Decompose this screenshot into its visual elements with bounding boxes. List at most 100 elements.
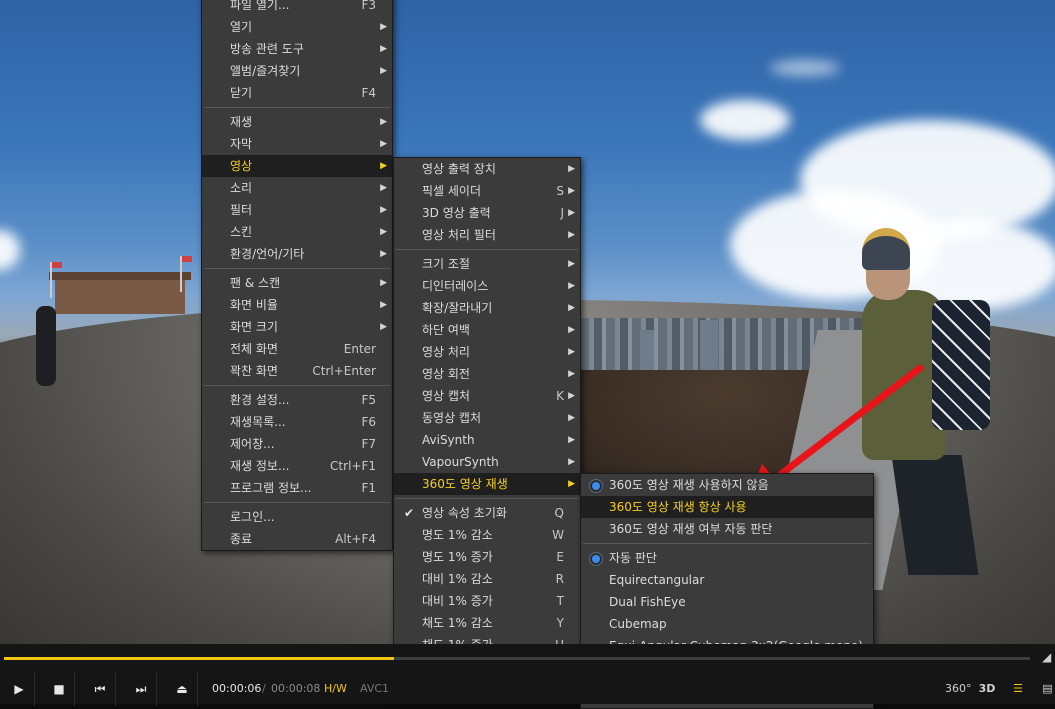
hw-decoder-badge[interactable]: H/W bbox=[324, 672, 347, 706]
video-menu-item[interactable]: 대비 1% 증가 T bbox=[394, 590, 580, 612]
video-menu-item[interactable]: 명도 1% 감소 W bbox=[394, 524, 580, 546]
main-menu-item[interactable]: 팬 & 스캔 ▶ bbox=[202, 272, 392, 294]
chalet-building bbox=[49, 272, 191, 314]
video-menu-item[interactable]: 확장/잘라내기 ▶ bbox=[394, 297, 580, 319]
menu-item-label: 소리 bbox=[230, 181, 253, 195]
menu-item-shortcut: F4 bbox=[361, 86, 376, 100]
video-menu-item[interactable]: 영상 회전 ▶ bbox=[394, 363, 580, 385]
video-menu-item[interactable]: 3D 영상 출력 J ▶ bbox=[394, 202, 580, 224]
menu-item-shortcut: T bbox=[556, 594, 564, 608]
menu-item-shortcut: F7 bbox=[361, 437, 376, 451]
main-menu-item[interactable]: 재생 정보... Ctrl+F1 bbox=[202, 455, 392, 477]
main-menu-item[interactable]: 프로그램 정보... F1 bbox=[202, 477, 392, 499]
radio-dot-icon bbox=[589, 547, 603, 569]
video-menu-item[interactable]: 디인터레이스 ▶ bbox=[394, 275, 580, 297]
menu-separator bbox=[204, 502, 390, 503]
three-d-button[interactable]: 3D bbox=[977, 672, 997, 706]
stop-icon: ■ bbox=[53, 682, 65, 696]
submenu-arrow-icon: ▶ bbox=[568, 325, 575, 335]
main-menu-item[interactable]: 스킨 ▶ bbox=[202, 221, 392, 243]
vr-menu-item[interactable]: Cubemap bbox=[581, 613, 873, 635]
main-menu-item[interactable]: 앨범/즐겨찾기 ▶ bbox=[202, 60, 392, 82]
main-menu-item[interactable]: 종료 Alt+F4 bbox=[202, 528, 392, 550]
vr-menu-item[interactable]: 자동 판단 bbox=[581, 547, 873, 569]
main-menu-item[interactable]: 열기 ▶ bbox=[202, 16, 392, 38]
menu-separator bbox=[583, 543, 871, 544]
video-menu-item[interactable]: ✔ 영상 속성 초기화 Q bbox=[394, 502, 580, 524]
next-button[interactable]: ⏭ bbox=[126, 672, 157, 706]
stop-button[interactable]: ■ bbox=[44, 672, 75, 706]
main-menu-item[interactable]: 환경 설정... F5 bbox=[202, 389, 392, 411]
playlist-search-icon[interactable]: ☰ bbox=[1007, 672, 1029, 706]
seek-bar[interactable] bbox=[4, 657, 1030, 660]
main-menu-item[interactable]: 닫기 F4 bbox=[202, 82, 392, 104]
submenu-arrow-icon: ▶ bbox=[568, 230, 575, 240]
video-menu-item[interactable]: 명도 1% 증가 E bbox=[394, 546, 580, 568]
total-time[interactable]: 00:00:08 bbox=[271, 672, 320, 706]
menu-item-label: 영상 bbox=[230, 159, 253, 173]
menu-item-label: 영상 캡처 bbox=[422, 389, 470, 403]
video-menu-item[interactable]: 영상 처리 ▶ bbox=[394, 341, 580, 363]
main-menu-item[interactable]: 화면 크기 ▶ bbox=[202, 316, 392, 338]
main-menu-item[interactable]: 재생목록... F6 bbox=[202, 411, 392, 433]
walking-person bbox=[36, 306, 56, 386]
eject-button[interactable]: ⏏ bbox=[167, 672, 198, 706]
seek-progress bbox=[4, 657, 394, 660]
submenu-arrow-icon: ▶ bbox=[568, 303, 575, 313]
main-menu-item[interactable]: 로그인... bbox=[202, 506, 392, 528]
vr-mode-button[interactable]: 360° bbox=[945, 672, 972, 706]
menu-item-shortcut: Ctrl+Enter bbox=[312, 364, 376, 378]
video-menu-item[interactable]: 채도 1% 감소 Y bbox=[394, 612, 580, 634]
video-menu-item[interactable]: 픽셀 세이더 S ▶ bbox=[394, 180, 580, 202]
vr-menu-item[interactable]: 360도 영상 재생 항상 사용 bbox=[581, 496, 873, 518]
codec-badge[interactable]: AVC1 bbox=[360, 672, 389, 706]
main-menu-item[interactable]: 영상 ▶ bbox=[202, 155, 392, 177]
vr-menu-item[interactable]: 360도 영상 재생 사용하지 않음 bbox=[581, 474, 873, 496]
main-menu-item[interactable]: 화면 비율 ▶ bbox=[202, 294, 392, 316]
submenu-arrow-icon: ▶ bbox=[568, 281, 575, 291]
video-menu-item[interactable]: 대비 1% 감소 R bbox=[394, 568, 580, 590]
submenu-arrow-icon: ▶ bbox=[568, 369, 575, 379]
video-menu-item[interactable]: 영상 처리 필터 ▶ bbox=[394, 224, 580, 246]
main-menu-item[interactable]: 자막 ▶ bbox=[202, 133, 392, 155]
menu-item-shortcut: Alt+F4 bbox=[335, 532, 376, 546]
vr-menu-item[interactable]: 360도 영상 재생 여부 자동 판단 bbox=[581, 518, 873, 540]
menu-item-label: 재생 bbox=[230, 115, 253, 129]
main-menu-item[interactable]: 제어창... F7 bbox=[202, 433, 392, 455]
menu-item-label: 영상 회전 bbox=[422, 367, 470, 381]
submenu-arrow-icon: ▶ bbox=[380, 278, 387, 288]
main-menu-item[interactable]: 환경/언어/기타 ▶ bbox=[202, 243, 392, 265]
main-menu-item[interactable]: 소리 ▶ bbox=[202, 177, 392, 199]
menu-item-label: 전체 화면 bbox=[230, 342, 278, 356]
cloud bbox=[700, 100, 790, 140]
radio-dot-icon bbox=[589, 474, 603, 496]
vr-menu-item[interactable]: Dual FishEye bbox=[581, 591, 873, 613]
menu-item-shortcut: F1 bbox=[361, 481, 376, 495]
video-menu-item[interactable]: 크기 조절 ▶ bbox=[394, 253, 580, 275]
main-menu-item[interactable]: 꽉찬 화면 Ctrl+Enter bbox=[202, 360, 392, 382]
menu-icon[interactable]: ▤ bbox=[1040, 672, 1055, 706]
menu-item-shortcut: R bbox=[555, 572, 564, 586]
current-time[interactable]: 00:00:06 bbox=[212, 672, 261, 706]
main-menu-item[interactable]: 전체 화면 Enter bbox=[202, 338, 392, 360]
main-menu-item[interactable]: 방송 관련 도구 ▶ bbox=[202, 38, 392, 60]
menu-item-label: 자동 판단 bbox=[609, 551, 657, 565]
video-menu-item[interactable]: 하단 여백 ▶ bbox=[394, 319, 580, 341]
menu-item-shortcut: Ctrl+F1 bbox=[330, 459, 376, 473]
video-menu-item[interactable]: 동영상 캡처 ▶ bbox=[394, 407, 580, 429]
submenu-arrow-icon: ▶ bbox=[380, 117, 387, 127]
video-menu-item[interactable]: 영상 캡처 K ▶ bbox=[394, 385, 580, 407]
video-menu-item[interactable]: 영상 출력 장치 ▶ bbox=[394, 158, 580, 180]
video-menu-item[interactable]: AviSynth ▶ bbox=[394, 429, 580, 451]
video-menu-item[interactable]: VapourSynth ▶ bbox=[394, 451, 580, 473]
video-menu-item[interactable]: 360도 영상 재생 ▶ bbox=[394, 473, 580, 495]
volume-icon[interactable]: ◢ bbox=[1042, 650, 1055, 664]
play-button[interactable]: ▶ bbox=[4, 672, 35, 706]
main-menu-item[interactable]: 필터 ▶ bbox=[202, 199, 392, 221]
previous-button[interactable]: ⏮ bbox=[85, 672, 116, 706]
main-menu-item[interactable]: 재생 ▶ bbox=[202, 111, 392, 133]
flagpole bbox=[180, 256, 192, 292]
submenu-arrow-icon: ▶ bbox=[568, 435, 575, 445]
main-menu-item[interactable]: 파일 열기... F3 bbox=[202, 0, 392, 16]
vr-menu-item[interactable]: Equirectangular bbox=[581, 569, 873, 591]
